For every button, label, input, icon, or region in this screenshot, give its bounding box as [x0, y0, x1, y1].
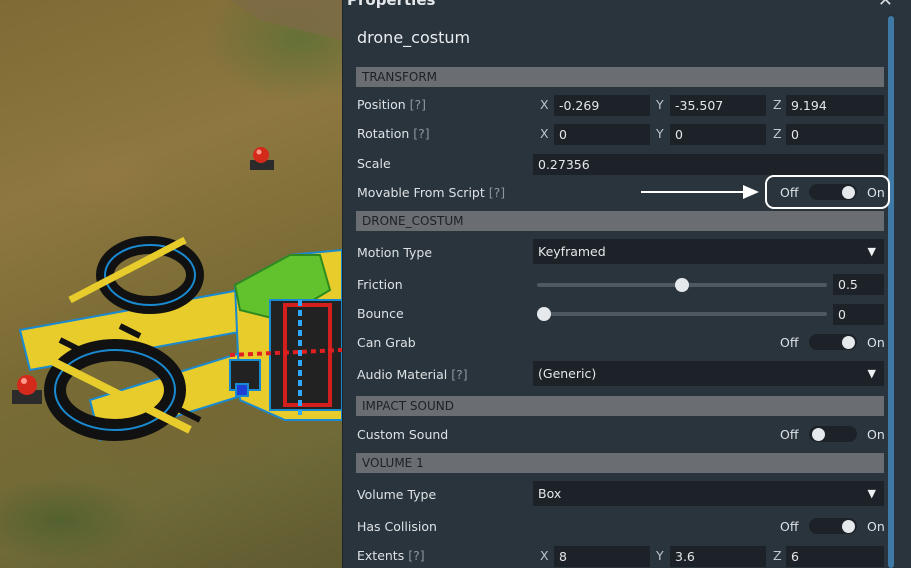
- callout-arrow: [641, 185, 759, 199]
- custom-sound-off-label: Off: [780, 427, 799, 442]
- toggle-knob: [842, 520, 855, 533]
- position-z-field[interactable]: 9.194: [786, 95, 884, 116]
- extents-z-axis: Z: [773, 548, 782, 563]
- panel-title: Properties: [347, 0, 436, 9]
- custom-sound-on-label: On: [867, 427, 885, 442]
- motion-type-dropdown[interactable]: Keyframed ▼: [533, 239, 884, 264]
- audio-material-value: (Generic): [538, 366, 597, 381]
- toggle-knob: [842, 336, 855, 349]
- audio-material-label: Audio Material [?]: [357, 367, 468, 382]
- friction-field[interactable]: 0.5: [833, 274, 884, 295]
- extents-label: Extents [?]: [357, 548, 425, 563]
- bounce-slider-knob[interactable]: [537, 307, 551, 321]
- extents-x-axis: X: [540, 548, 549, 563]
- has-collision-off-label: Off: [780, 519, 799, 534]
- chevron-down-icon: ▼: [867, 367, 876, 380]
- bounce-label: Bounce: [357, 306, 404, 321]
- has-collision-on-label: On: [867, 519, 885, 534]
- rotation-label: Rotation [?]: [357, 126, 430, 141]
- position-z-axis: Z: [773, 97, 782, 112]
- can-grab-off-label: Off: [780, 335, 799, 350]
- rotation-z-axis: Z: [773, 126, 782, 141]
- chevron-down-icon: ▼: [867, 487, 876, 500]
- position-y-axis: Y: [656, 97, 664, 112]
- movable-help[interactable]: [?]: [489, 185, 505, 200]
- 3d-viewport[interactable]: [0, 0, 342, 568]
- chevron-down-icon: ▼: [867, 245, 876, 258]
- position-y-field[interactable]: -35.507: [670, 95, 766, 116]
- toggle-knob: [812, 428, 825, 441]
- has-collision-label: Has Collision: [357, 519, 437, 534]
- volume-type-label: Volume Type: [357, 487, 437, 502]
- rotation-z-field[interactable]: 0: [786, 124, 884, 145]
- bounce-slider-track[interactable]: [537, 312, 827, 316]
- beacon-left: [12, 375, 42, 404]
- scale-field[interactable]: 0.27356: [533, 154, 884, 175]
- position-x-axis: X: [540, 97, 549, 112]
- audio-material-dropdown[interactable]: (Generic) ▼: [533, 361, 884, 386]
- scrollbar-thumb[interactable]: [888, 16, 894, 568]
- movable-from-script-label: Movable From Script [?]: [357, 185, 506, 200]
- audio-material-help[interactable]: [?]: [451, 367, 467, 382]
- section-impact-sound[interactable]: IMPACT SOUND: [356, 396, 884, 416]
- rotation-x-axis: X: [540, 126, 549, 141]
- properties-panel: Properties ✕ drone_costum TRANSFORM Posi…: [342, 0, 911, 568]
- section-drone-costum[interactable]: DRONE_COSTUM: [356, 211, 884, 231]
- object-name: drone_costum: [357, 28, 471, 47]
- extents-help[interactable]: [?]: [408, 548, 424, 563]
- extents-y-field[interactable]: 3.6: [670, 546, 766, 567]
- beacon-top: [250, 147, 274, 170]
- motion-type-value: Keyframed: [538, 244, 606, 259]
- has-collision-toggle[interactable]: [809, 518, 857, 534]
- extents-x-field[interactable]: 8: [554, 546, 650, 567]
- position-x-field[interactable]: -0.269: [554, 95, 650, 116]
- extents-y-axis: Y: [656, 548, 664, 563]
- position-label: Position [?]: [357, 97, 427, 112]
- motion-type-label: Motion Type: [357, 245, 433, 260]
- bounce-field[interactable]: 0: [833, 304, 884, 325]
- position-help[interactable]: [?]: [410, 97, 426, 112]
- custom-sound-toggle[interactable]: [809, 426, 857, 442]
- rotation-help[interactable]: [?]: [413, 126, 429, 141]
- scene-illustration: [12, 0, 342, 442]
- friction-label: Friction: [357, 277, 403, 292]
- scale-label: Scale: [357, 156, 391, 171]
- section-volume-1[interactable]: VOLUME 1: [356, 453, 884, 473]
- custom-sound-label: Custom Sound: [357, 427, 449, 442]
- friction-slider-knob[interactable]: [675, 278, 689, 292]
- can-grab-toggle[interactable]: [809, 334, 857, 350]
- volume-type-value: Box: [538, 486, 562, 501]
- rotation-x-field[interactable]: 0: [554, 124, 650, 145]
- rotation-y-axis: Y: [656, 126, 664, 141]
- extents-z-field[interactable]: 6: [786, 546, 884, 567]
- section-transform[interactable]: TRANSFORM: [356, 67, 884, 87]
- callout-highlight: [765, 175, 890, 209]
- rotation-y-field[interactable]: 0: [670, 124, 766, 145]
- volume-type-dropdown[interactable]: Box ▼: [533, 481, 884, 506]
- can-grab-on-label: On: [867, 335, 885, 350]
- close-icon[interactable]: ✕: [878, 0, 893, 11]
- can-grab-label: Can Grab: [357, 335, 416, 350]
- drone-model: [18, 236, 342, 442]
